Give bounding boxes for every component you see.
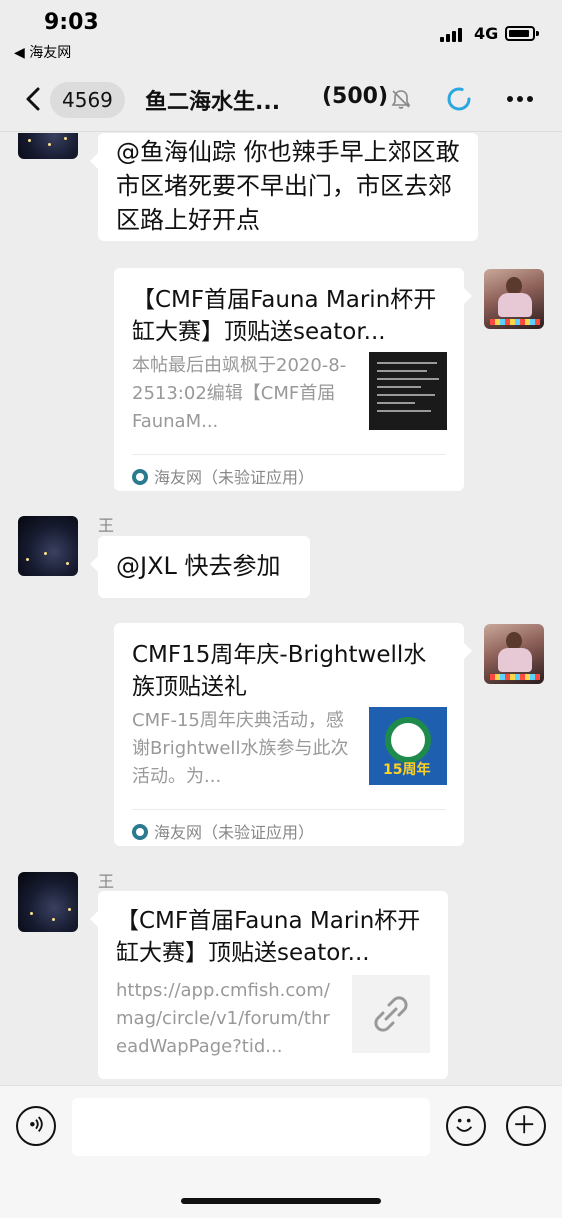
card-source: 海友网（未验证应用） xyxy=(132,819,314,843)
emoji-button[interactable] xyxy=(446,1106,486,1146)
avatar[interactable] xyxy=(18,516,78,576)
card-thumbnail: 15周年 xyxy=(369,707,447,785)
avatar[interactable] xyxy=(18,133,78,159)
card-title: 【CMF首届Fauna Marin杯开缸大赛】顶贴送seator... xyxy=(132,287,437,345)
divider xyxy=(132,454,446,455)
app-source-icon xyxy=(132,469,148,485)
voice-icon xyxy=(30,1116,43,1132)
app-source-icon xyxy=(132,824,148,840)
avatar[interactable] xyxy=(484,624,544,684)
card-thumbnail xyxy=(352,975,430,1053)
emoji-icon xyxy=(456,1118,473,1132)
unread-count-badge[interactable]: 4569 xyxy=(50,82,125,118)
thumb-badge-text: 15周年 xyxy=(383,762,431,778)
voice-input-button[interactable] xyxy=(16,1106,56,1146)
card-thumbnail xyxy=(369,352,447,430)
divider xyxy=(132,809,446,810)
more-actions-button[interactable] xyxy=(506,1106,546,1146)
card-source-label: 海友网（未验证应用） xyxy=(154,823,315,842)
chat-header: 4569 鱼二海水生... (500) xyxy=(0,70,562,132)
card-description: CMF-15周年庆典活动，感谢Brightwell水族参与此次活动。为... xyxy=(132,710,349,787)
signal-icon xyxy=(440,28,468,42)
plus-icon xyxy=(515,1115,534,1134)
battery-icon xyxy=(505,26,539,41)
status-time: 9:03 xyxy=(44,10,99,35)
shared-card[interactable]: CMF15周年庆-Brightwell水族顶贴送礼 CMF-15周年庆典活动，感… xyxy=(114,623,472,846)
card-title: 【CMF首届Fauna Marin杯开缸大赛】顶贴送seator... xyxy=(116,908,421,966)
status-bar: 9:03 ◀ 海友网 4G xyxy=(0,0,562,70)
network-type: 4G xyxy=(474,24,499,43)
message-bubble[interactable]: @JXL 快去参加 xyxy=(90,536,310,598)
message-text: @JXL 快去参加 xyxy=(116,552,281,580)
link-icon xyxy=(374,996,408,1032)
avatar[interactable] xyxy=(484,269,544,329)
shared-card[interactable]: 【CMF首届Fauna Marin杯开缸大赛】顶贴送seator... 本帖最后… xyxy=(114,268,472,491)
loading-icon xyxy=(447,87,471,111)
message-bubble[interactable]: @鱼海仙踪 你也辣手早上郊区敢市区堵死要不早出门，市区去郊区路上好开点 xyxy=(90,133,478,241)
link-card[interactable]: 【CMF首届Fauna Marin杯开缸大赛】顶贴送seator... http… xyxy=(90,891,448,1079)
mute-bell-icon xyxy=(391,90,411,109)
message-input[interactable] xyxy=(72,1098,430,1156)
card-url: https://app.cmfish.com/mag/circle/v1/for… xyxy=(116,980,330,1057)
card-source-label: 海友网（未验证应用） xyxy=(154,468,315,487)
message-text: @鱼海仙踪 你也辣手早上郊区敢市区堵死要不早出门，市区去郊区路上好开点 xyxy=(116,138,460,234)
back-icon[interactable] xyxy=(20,84,50,114)
sender-name: 王 xyxy=(98,516,115,535)
home-indicator xyxy=(181,1198,381,1204)
card-description: 本帖最后由飒枫于2020-8-2513:02编辑【CMF首届FaunaM... xyxy=(132,355,347,432)
more-icon[interactable] xyxy=(505,88,535,110)
sender-name: 王 xyxy=(98,872,115,891)
avatar[interactable] xyxy=(18,872,78,932)
back-to-app-link[interactable]: ◀ 海友网 xyxy=(14,42,71,62)
card-source: 海友网（未验证应用） xyxy=(132,464,314,488)
message-list[interactable]: @鱼海仙踪 你也辣手早上郊区敢市区堵死要不早出门，市区去郊区路上好开点 【CMF… xyxy=(0,133,562,1085)
card-title: CMF15周年庆-Brightwell水族顶贴送礼 xyxy=(132,642,427,700)
member-count: (500) xyxy=(322,84,389,109)
chat-title: 鱼二海水生... xyxy=(145,90,281,115)
